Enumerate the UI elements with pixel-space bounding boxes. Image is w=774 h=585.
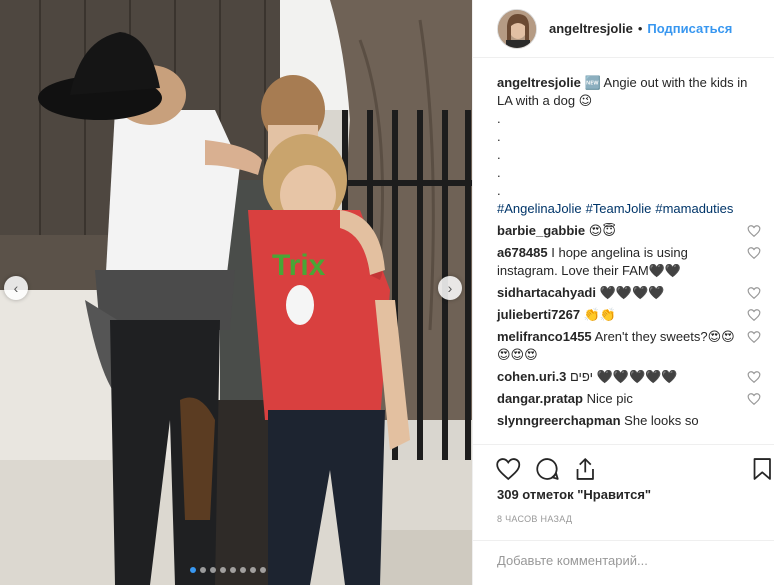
comment-input[interactable]: [497, 553, 751, 568]
comment-item: dangar.pratap Nice pic: [497, 390, 761, 408]
hashtag-link[interactable]: #mamaduties: [655, 201, 733, 216]
post-caption: angeltresjolie 🆕 Angie out with the kids…: [497, 74, 761, 218]
carousel-dot: [200, 567, 206, 573]
comment-username[interactable]: barbie_gabbie: [497, 223, 585, 238]
comment-text: She looks so: [624, 413, 699, 428]
share-icon[interactable]: [572, 455, 599, 483]
carousel-dots: [190, 567, 266, 573]
heart-icon[interactable]: [495, 455, 522, 483]
caption-hashtags: #AngelinaJolie #TeamJolie #mamaduties: [497, 200, 761, 218]
caption-dot: .: [497, 147, 501, 162]
comment-username[interactable]: a678485: [497, 245, 548, 260]
comment-username[interactable]: dangar.pratap: [497, 391, 583, 406]
carousel-dot: [230, 567, 236, 573]
post-panel: angeltresjolie • Подписаться angeltresjo…: [472, 0, 774, 585]
heart-icon[interactable]: [747, 330, 761, 344]
comment-item: slynngreerchapman She looks so: [497, 412, 761, 430]
comment-item: a678485 I hope angelina is using instagr…: [497, 244, 761, 280]
caption-dot: .: [497, 183, 501, 198]
comment-item: sidhartacahyadi 🖤🖤🖤🖤: [497, 284, 761, 302]
post-timestamp[interactable]: 8 ЧАСОВ НАЗАД: [497, 514, 572, 524]
carousel-dot: [190, 567, 196, 573]
chevron-left-icon[interactable]: ‹: [4, 276, 28, 300]
comment-username[interactable]: julieberti7267: [497, 307, 580, 322]
likes-count[interactable]: 309 отметок "Нравится": [497, 487, 651, 502]
caption-username[interactable]: angeltresjolie: [497, 75, 581, 90]
comment-username[interactable]: cohen.uri.3: [497, 369, 566, 384]
chevron-right-icon[interactable]: ›: [438, 276, 462, 300]
comment-text: 👏👏: [583, 307, 617, 322]
comment-item: barbie_gabbie 😍😇: [497, 222, 761, 240]
carousel-dot: [260, 567, 266, 573]
avatar-image: [498, 9, 536, 48]
carousel-dot: [240, 567, 246, 573]
bookmark-icon[interactable]: [749, 455, 774, 483]
heart-icon[interactable]: [747, 224, 761, 238]
hashtag-link[interactable]: #AngelinaJolie: [497, 201, 582, 216]
heart-icon[interactable]: [747, 308, 761, 322]
carousel-dot: [220, 567, 226, 573]
heart-icon[interactable]: [747, 246, 761, 260]
carousel-dot: [250, 567, 256, 573]
comment-text: יפים 🖤🖤🖤🖤🖤: [569, 369, 678, 384]
photo-scene: Trix: [0, 0, 472, 585]
comment-text: Nice pic: [586, 391, 633, 406]
heart-icon[interactable]: [747, 286, 761, 300]
caption-dot: .: [497, 165, 501, 180]
comments-list[interactable]: angeltresjolie 🆕 Angie out with the kids…: [473, 74, 774, 444]
add-comment-area: [473, 540, 774, 585]
post-photo[interactable]: Trix ‹ ›: [0, 0, 472, 585]
comment-username[interactable]: sidhartacahyadi: [497, 285, 596, 300]
heart-icon[interactable]: [747, 392, 761, 406]
header-separator: •: [637, 21, 643, 36]
hashtag-link[interactable]: #TeamJolie: [586, 201, 652, 216]
post-header: angeltresjolie • Подписаться: [473, 0, 774, 58]
comment-username[interactable]: slynngreerchapman: [497, 413, 621, 428]
comment-item: cohen.uri.3 יפים 🖤🖤🖤🖤🖤: [497, 368, 761, 386]
heart-icon[interactable]: [747, 370, 761, 384]
shirt-logo-text: Trix: [272, 249, 326, 282]
comment-username[interactable]: melifranco1455: [497, 329, 592, 344]
avatar[interactable]: [497, 8, 537, 49]
caption-dot: .: [497, 129, 501, 144]
comment-text: 😍😇: [588, 223, 616, 238]
follow-button[interactable]: Подписаться: [647, 21, 732, 36]
carousel-dot: [210, 567, 216, 573]
comment-bubble-icon[interactable]: [534, 455, 561, 483]
comment-item: melifranco1455 Aren't they sweets?😍😍😍😍😍: [497, 328, 761, 364]
caption-dot: .: [497, 111, 501, 126]
header-username[interactable]: angeltresjolie: [549, 21, 633, 36]
comment-text: 🖤🖤🖤🖤: [599, 285, 665, 300]
comment-item: julieberti7267 👏👏: [497, 306, 761, 324]
